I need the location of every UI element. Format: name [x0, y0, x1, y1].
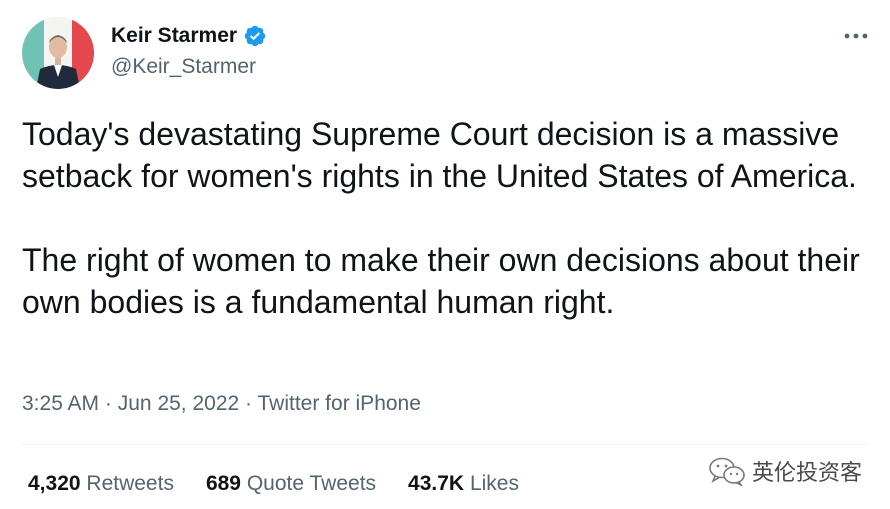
tweet-paragraph: The right of women to make their own dec…: [22, 242, 860, 320]
author-handle[interactable]: @Keir_Starmer: [111, 53, 256, 81]
divider: [22, 444, 868, 445]
retweets-count: 4,320: [28, 472, 81, 495]
watermark: 英伦投资客: [708, 455, 862, 487]
more-options-icon: [844, 33, 868, 39]
quote-tweets-stat[interactable]: 689 Quote Tweets: [206, 470, 376, 498]
tweet-card: Keir Starmer @Keir_Starmer Today's devas…: [0, 0, 890, 509]
watermark-text: 英伦投资客: [751, 461, 862, 486]
author-display-name[interactable]: Keir Starmer: [111, 22, 237, 50]
tweet-stats: 4,320 Retweets 689 Quote Tweets 43.7K Li…: [28, 470, 519, 498]
wechat-icon: [709, 457, 745, 486]
tweet-time[interactable]: 3:25 AM: [22, 392, 99, 415]
likes-label: Likes: [469, 472, 519, 495]
verified-badge-icon: [243, 24, 267, 48]
avatar-image: [22, 17, 94, 89]
tweet-paragraph: Today's devastating Supreme Court decisi…: [22, 116, 857, 194]
retweets-label: Retweets: [86, 472, 174, 495]
quote-tweets-label: Quote Tweets: [246, 472, 377, 495]
tweet-text: Today's devastating Supreme Court decisi…: [22, 113, 872, 323]
tweet-source[interactable]: Twitter for iPhone: [258, 392, 421, 415]
author-name-row: Keir Starmer: [111, 22, 267, 50]
avatar[interactable]: [22, 17, 94, 89]
meta-separator: ·: [245, 392, 253, 415]
retweets-stat[interactable]: 4,320 Retweets: [28, 470, 174, 498]
quote-tweets-count: 689: [205, 472, 241, 495]
likes-count: 43.7K: [408, 472, 465, 495]
tweet-meta: 3:25 AM · Jun 25, 2022 · Twitter for iPh…: [22, 390, 421, 418]
tweet-date[interactable]: Jun 25, 2022: [118, 392, 239, 415]
meta-separator: ·: [104, 392, 112, 415]
more-options-button[interactable]: [840, 22, 872, 50]
likes-stat[interactable]: 43.7K Likes: [408, 470, 519, 498]
